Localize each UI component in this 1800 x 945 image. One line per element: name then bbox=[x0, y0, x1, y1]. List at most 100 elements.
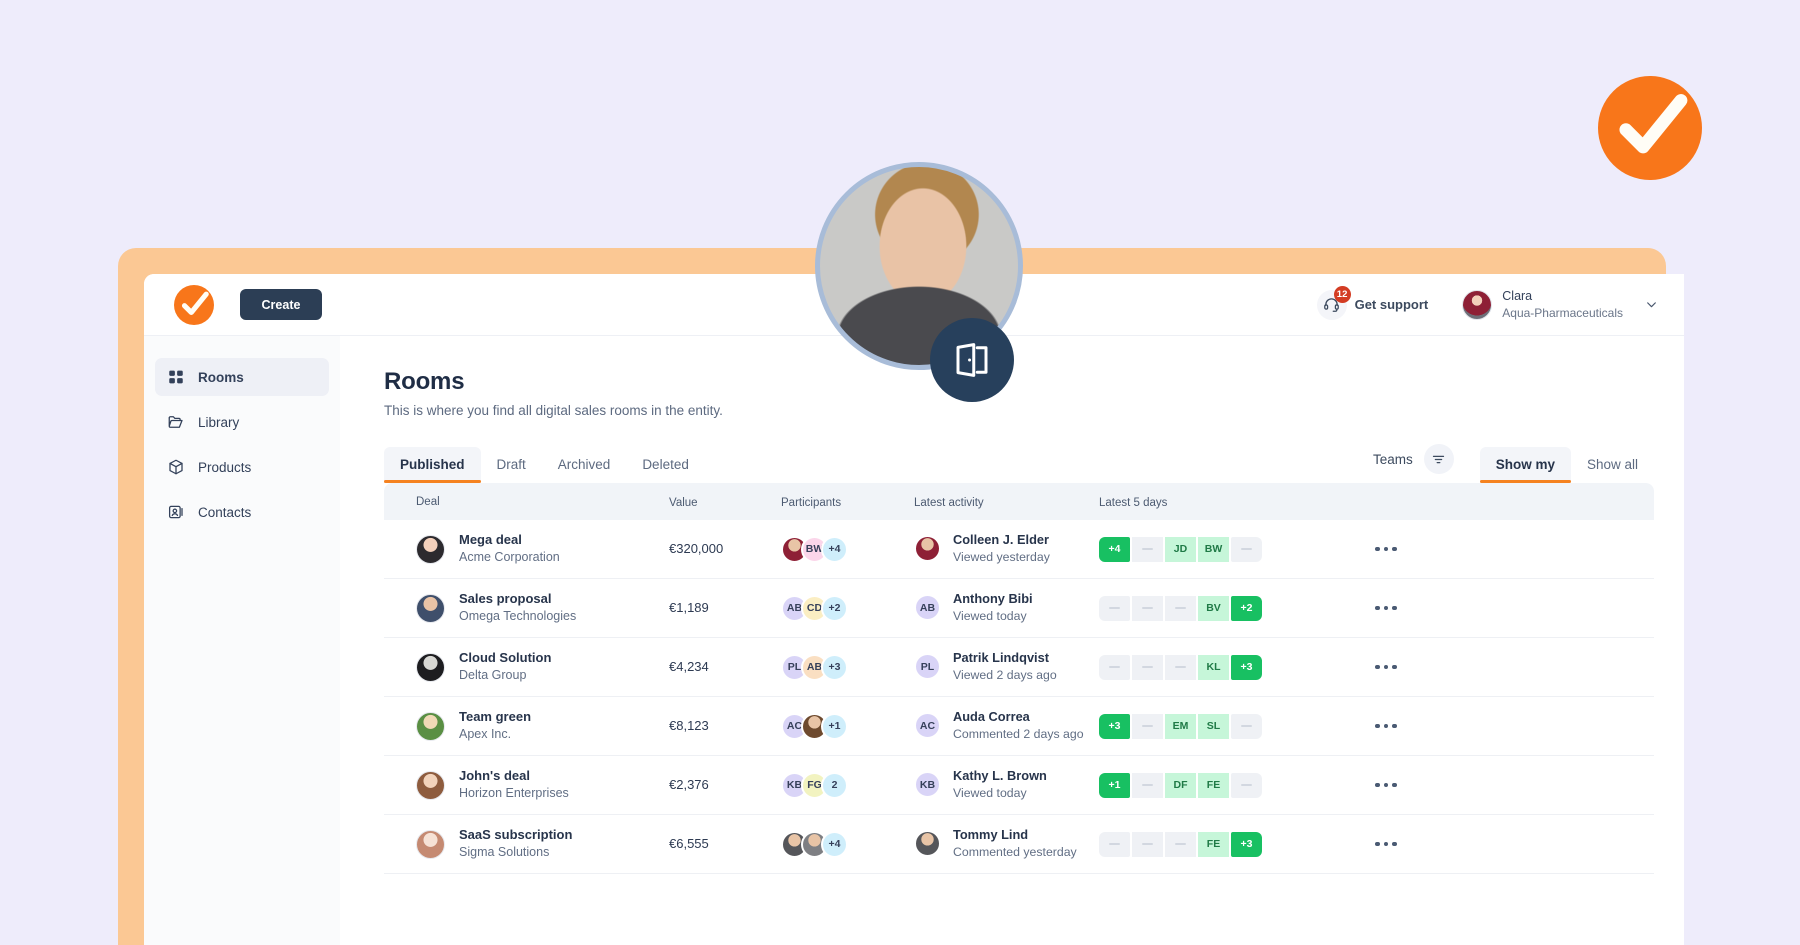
more-options-icon[interactable] bbox=[1375, 723, 1397, 729]
activity-bar-segment bbox=[1132, 654, 1163, 680]
activity-bar-segment bbox=[1132, 713, 1163, 739]
cell-participants: AB CD +2 bbox=[781, 594, 914, 622]
orange-check-circle-logo bbox=[1619, 94, 1688, 154]
deal-organization: Sigma Solutions bbox=[459, 845, 550, 860]
sidebar-item-label: Products bbox=[198, 459, 252, 475]
cell-latest-5-days: BV +2 bbox=[1099, 595, 1309, 621]
activity-person: Colleen J. Elder Viewed yesterday bbox=[914, 531, 1099, 567]
cell-latest-5-days: +1 DF FE bbox=[1099, 772, 1309, 798]
activity-bar-segment: SL bbox=[1198, 713, 1229, 739]
activity-name: Anthony Bibi bbox=[953, 591, 1033, 607]
more-options-icon[interactable] bbox=[1375, 782, 1397, 788]
get-support-label: Get support bbox=[1354, 297, 1429, 312]
cell-value: €320,000 bbox=[669, 540, 781, 558]
cell-latest-activity: PL Patrik Lindqvist Viewed 2 days ago bbox=[914, 649, 1099, 685]
sidebar-item-label: Contacts bbox=[198, 504, 252, 520]
table-row[interactable]: Sales proposal Omega Technologies €1,189 AB… bbox=[384, 579, 1654, 638]
sidebar-item-contacts[interactable]: Contacts bbox=[155, 493, 329, 531]
tab-show-all[interactable]: Show all bbox=[1571, 447, 1654, 483]
activity-text-block: Anthony Bibi Viewed today bbox=[953, 590, 1033, 626]
activity-avatar-initials: PL bbox=[914, 653, 941, 681]
activity-bar-segment: +3 bbox=[1231, 831, 1262, 857]
activity-text-block: Auda Correa Commented 2 days ago bbox=[953, 708, 1084, 744]
more-options-icon[interactable] bbox=[1375, 605, 1397, 611]
activity-name: Tommy Lind bbox=[953, 827, 1029, 843]
main-content: Rooms This is where you find all digital… bbox=[340, 336, 1684, 945]
deal-organization: Acme Corporation bbox=[459, 550, 560, 565]
activity-bar-segment: FE bbox=[1198, 831, 1229, 857]
activity-bar-segment bbox=[1132, 536, 1163, 562]
participant-avatar-group[interactable]: +4 bbox=[781, 830, 914, 858]
activity-avatar-initials: KB bbox=[914, 771, 941, 799]
table-row[interactable]: John's deal Horizon Enterprises €2,376 KB FG… bbox=[384, 756, 1654, 815]
sidebar-item-library[interactable]: Library bbox=[155, 403, 329, 441]
activity-person: AC Auda Correa Commented 2 days ago bbox=[914, 708, 1099, 744]
teams-filter-button[interactable]: Teams bbox=[1373, 444, 1454, 483]
user-name: Clara bbox=[1502, 288, 1533, 303]
activity-bar-segment: BV bbox=[1198, 595, 1229, 621]
participant-avatar-group[interactable]: KB FG 2 bbox=[781, 771, 914, 799]
participant-avatar-group[interactable]: BW +4 bbox=[781, 535, 914, 563]
sidebar-item-label: Library bbox=[198, 414, 240, 430]
activity-text-block: Patrik Lindqvist Viewed 2 days ago bbox=[953, 649, 1057, 685]
activity-bar-segment: JD bbox=[1165, 536, 1196, 562]
more-options-icon[interactable] bbox=[1375, 841, 1397, 847]
activity-bar-track: FE +3 bbox=[1099, 831, 1309, 857]
sidebar-item-products[interactable]: Products bbox=[155, 448, 329, 486]
cell-latest-5-days: +4 JD BW bbox=[1099, 536, 1309, 562]
activity-text-block: Kathy L. Brown Viewed today bbox=[953, 767, 1047, 803]
participant-avatar-group[interactable]: PL AB +3 bbox=[781, 653, 914, 681]
tab-deleted[interactable]: Deleted bbox=[626, 447, 705, 483]
activity-name: Colleen J. Elder bbox=[953, 532, 1050, 548]
cell-value: €1,189 bbox=[669, 599, 781, 617]
user-profile-menu[interactable]: Clara Aqua-Pharmaceuticals bbox=[1450, 288, 1658, 321]
deal-name: SaaS subscription bbox=[459, 827, 573, 843]
cell-latest-activity: AB Anthony Bibi Viewed today bbox=[914, 590, 1099, 626]
sidebar-item-label: Rooms bbox=[198, 369, 244, 385]
tab-archived[interactable]: Archived bbox=[542, 447, 627, 483]
activity-timestamp: Commented 2 days ago bbox=[953, 727, 1084, 742]
cell-value: €8,123 bbox=[669, 717, 781, 735]
deal-organization: Delta Group bbox=[459, 668, 527, 683]
table-row[interactable]: SaaS subscription Sigma Solutions €6,555 +4… bbox=[384, 815, 1654, 874]
cell-deal: SaaS subscription Sigma Solutions bbox=[384, 826, 669, 862]
more-options-icon[interactable] bbox=[1375, 664, 1397, 670]
table-row[interactable]: Mega deal Acme Corporation €320,000 BW +4 Col… bbox=[384, 520, 1654, 579]
activity-person: PL Patrik Lindqvist Viewed 2 days ago bbox=[914, 649, 1099, 685]
cell-deal: John's deal Horizon Enterprises bbox=[384, 767, 669, 803]
deal-avatar bbox=[416, 534, 445, 564]
cell-row-menu bbox=[1309, 723, 1654, 729]
tab-draft[interactable]: Draft bbox=[481, 447, 542, 483]
tab-show-my[interactable]: Show my bbox=[1479, 447, 1572, 483]
cube-box-icon bbox=[169, 459, 183, 475]
activity-name: Kathy L. Brown bbox=[953, 768, 1047, 784]
more-options-icon[interactable] bbox=[1375, 546, 1397, 552]
filter-lines-icon[interactable] bbox=[1423, 444, 1454, 474]
activity-name: Patrik Lindqvist bbox=[953, 650, 1049, 666]
deal-text-block: Mega deal Acme Corporation bbox=[459, 531, 560, 567]
activity-bar-segment: +3 bbox=[1099, 713, 1130, 739]
activity-bar-segment bbox=[1132, 772, 1163, 798]
cell-deal: Sales proposal Omega Technologies bbox=[384, 590, 669, 626]
participant-avatar-group[interactable]: AC +1 bbox=[781, 712, 914, 740]
orange-check-circle-logo bbox=[181, 291, 209, 315]
tab-published[interactable]: Published bbox=[384, 447, 481, 483]
deal-text-block: SaaS subscription Sigma Solutions bbox=[459, 826, 572, 862]
user-organization: Aqua-Pharmaceuticals bbox=[1502, 305, 1623, 320]
contact-card-icon bbox=[168, 505, 183, 519]
get-support-button[interactable]: 12 Get support bbox=[1309, 285, 1437, 325]
deal-avatar bbox=[416, 652, 445, 682]
participant-avatar-group[interactable]: AB CD +2 bbox=[781, 594, 914, 622]
app-logo-icon[interactable] bbox=[174, 284, 214, 325]
activity-bar-segment bbox=[1165, 654, 1196, 680]
open-door-badge bbox=[930, 318, 1014, 402]
activity-bar-segment bbox=[1099, 831, 1130, 857]
activity-bar-segment bbox=[1231, 772, 1262, 798]
create-button[interactable]: Create bbox=[240, 289, 322, 320]
cell-value: €2,376 bbox=[669, 776, 781, 794]
table-row[interactable]: Cloud Solution Delta Group €4,234 PL AB +3 PL P… bbox=[384, 638, 1654, 697]
activity-text-block: Tommy Lind Commented yesterday bbox=[953, 826, 1077, 862]
sidebar-item-rooms[interactable]: Rooms bbox=[155, 358, 329, 396]
table-row[interactable]: Team green Apex Inc. €8,123 AC +1 AC Auda Corr… bbox=[384, 697, 1654, 756]
chevron-down-icon[interactable] bbox=[1645, 298, 1658, 311]
